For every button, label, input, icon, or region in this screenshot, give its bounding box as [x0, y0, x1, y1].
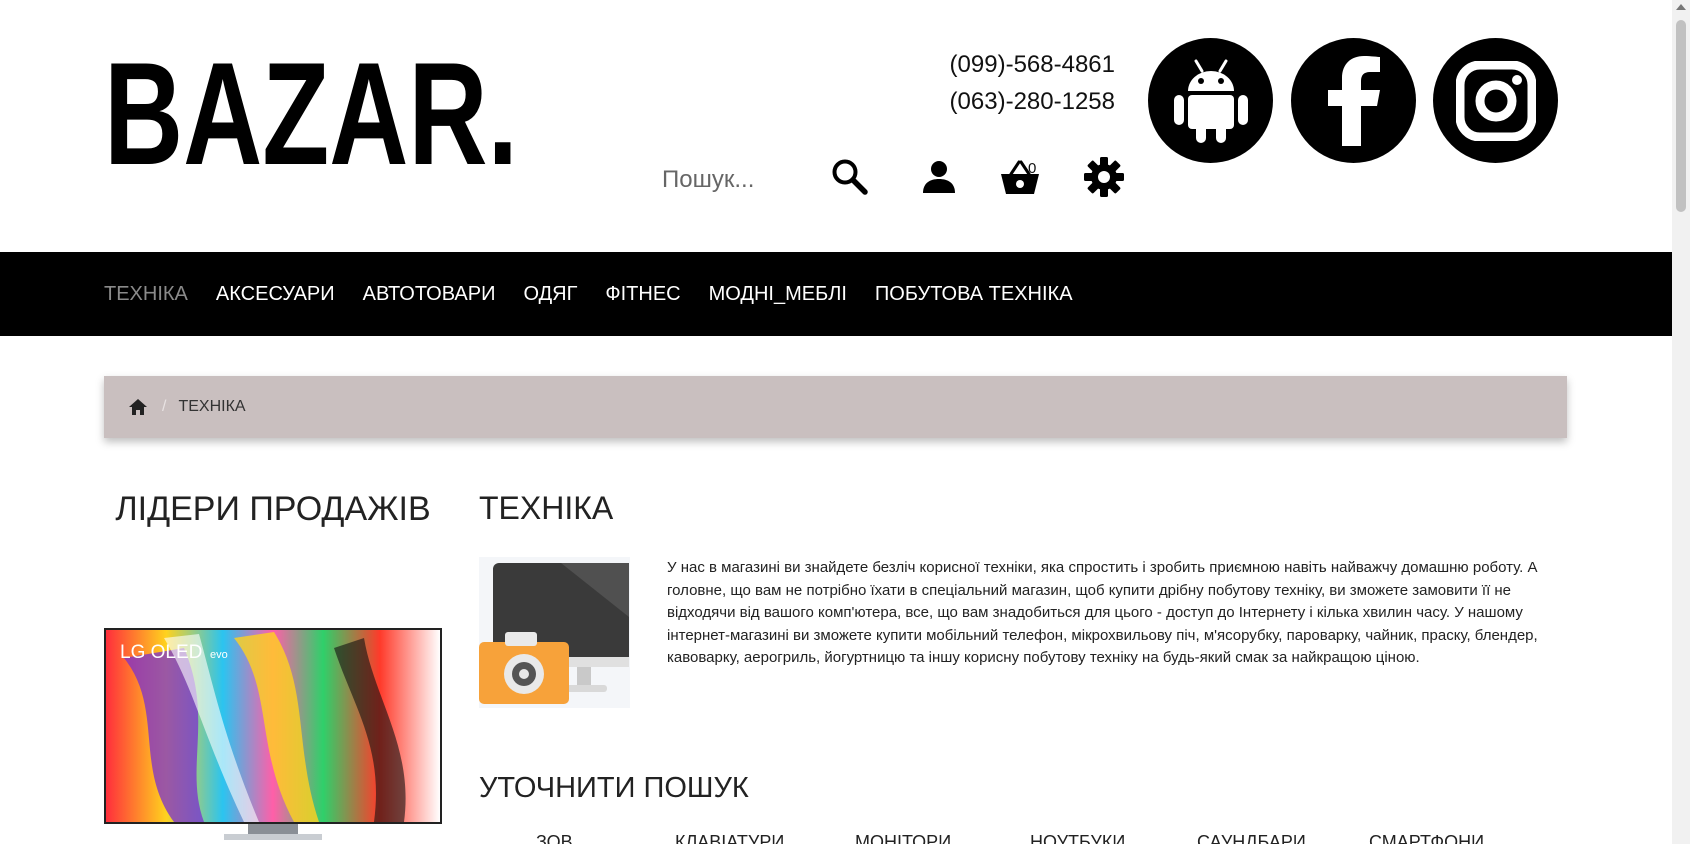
nav-item-6[interactable]: МОДНІ_МЕБЛІ — [709, 283, 847, 306]
main-navigation: ТЕХНІКА АКСЕСУАРИ АВТОТОВАРИ ОДЯГ ФІТНЕС МОДН… — [0, 252, 1672, 336]
search-input[interactable] — [662, 160, 812, 200]
contact-phones: (099)-568-4861 (063)-280-1258 — [900, 46, 1115, 120]
nav-item-2[interactable]: АКСЕСУАРИ — [216, 283, 335, 306]
refine-link-1[interactable]: ЗОВ — [536, 832, 573, 844]
facebook-link[interactable] — [1291, 38, 1416, 163]
refine-link-4[interactable]: НОУТБУКИ — [1030, 832, 1125, 844]
refine-link-6[interactable]: СМАРТФОНИ — [1369, 832, 1484, 844]
settings-button[interactable] — [1082, 155, 1126, 199]
nav-item-3[interactable]: АВТОТОВАРИ — [363, 283, 496, 306]
breadcrumb-home-link[interactable] — [128, 396, 150, 418]
android-app-link[interactable] — [1148, 38, 1273, 163]
refine-link-2[interactable]: КЛАВІАТУРИ — [675, 832, 784, 844]
nav-item-7[interactable]: ПОБУТОВА ТЕХНІКА — [875, 283, 1073, 306]
facebook-icon — [1327, 55, 1380, 146]
breadcrumb-separator: / — [162, 398, 167, 415]
refine-link-5[interactable]: САУНДБАРИ — [1197, 832, 1306, 844]
nav-item-1[interactable]: ТЕХНІКА — [104, 283, 188, 306]
bestseller-product-image[interactable]: LG OLED evo — [104, 628, 442, 844]
refine-search-heading: УТОЧНИТИ ПОШУК — [479, 772, 749, 804]
product-brand-label: LG OLED — [120, 642, 202, 663]
instagram-icon — [1455, 60, 1536, 141]
instagram-link[interactable] — [1433, 38, 1558, 163]
category-title: ТЕХНІКА — [479, 490, 614, 526]
site-logo[interactable]: BAZAR. — [104, 36, 524, 176]
product-brand-sub: evo — [210, 649, 228, 661]
refine-link-3[interactable]: МОНІТОРИ — [855, 832, 951, 844]
search-button[interactable] — [828, 155, 872, 199]
cart-count-badge: 0 — [1028, 160, 1037, 177]
user-icon — [923, 161, 955, 193]
breadcrumb-current[interactable]: ТЕХНІКА — [178, 398, 245, 416]
category-description: У нас в магазині ви знайдете безліч кори… — [667, 559, 1538, 667]
page: BAZAR. (099)-568-4861 (063)-280-1258 Пош… — [0, 0, 1672, 844]
nav-item-4[interactable]: ОДЯГ — [523, 283, 577, 306]
search-icon — [832, 159, 868, 195]
nav-item-5[interactable]: ФІТНЕС — [605, 283, 680, 306]
scroll-up-arrow[interactable] — [1676, 4, 1686, 10]
home-icon — [129, 399, 147, 415]
category-image — [479, 557, 630, 708]
breadcrumb: / ТЕХНІКА — [104, 376, 1567, 438]
phone-number-1[interactable]: (099)-568-4861 — [900, 46, 1115, 83]
bestsellers-heading: ЛІДЕРИ ПРОДАЖІВ — [115, 490, 431, 528]
vertical-scrollbar[interactable] — [1672, 0, 1690, 844]
android-icon — [1173, 59, 1248, 143]
gear-icon — [1084, 157, 1124, 197]
scroll-thumb[interactable] — [1676, 20, 1686, 212]
account-button[interactable] — [917, 155, 961, 199]
svg-text:BAZAR.: BAZAR. — [104, 36, 518, 176]
phone-number-2[interactable]: (063)-280-1258 — [900, 83, 1115, 120]
